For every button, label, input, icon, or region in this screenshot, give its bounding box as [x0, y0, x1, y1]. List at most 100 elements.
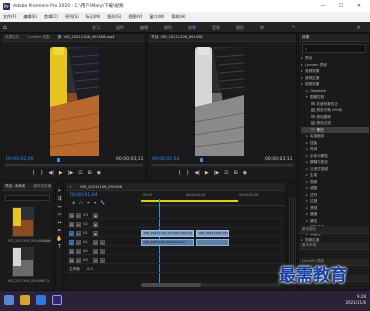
solo-icon[interactable]: S — [100, 248, 105, 254]
nest-icon[interactable]: ⊕ — [72, 200, 75, 205]
clock[interactable]: 9:28 2021/11/6 — [345, 294, 366, 306]
mark-in-icon[interactable]: { — [32, 170, 35, 176]
workspace-tab-learn[interactable]: 学习 — [92, 25, 100, 31]
menu-clip[interactable]: 剪辑(C) — [44, 14, 58, 20]
tab-effect-controls[interactable]: 效果控件 — [5, 35, 19, 40]
tab-sequence[interactable]: VID_20211106_091406 — [80, 185, 122, 189]
menu-edit[interactable]: 编辑(E) — [23, 14, 37, 20]
clip-a1-b[interactable] — [196, 239, 229, 246]
lift-icon[interactable]: ⊡ — [224, 170, 228, 176]
pen-tool-icon[interactable]: ✒ — [56, 227, 63, 235]
timeline-ruler[interactable]: 00;00 00;00;01;00 00;00;02;00 — [141, 192, 285, 206]
track-select-icon[interactable]: ⇶ — [56, 195, 63, 203]
overwrite-icon[interactable]: ⊞ — [88, 170, 92, 176]
browser-icon[interactable] — [36, 295, 46, 305]
tab-program[interactable]: 节目: VID_20211106_091406 — [151, 35, 202, 40]
source-time-ruler[interactable] — [5, 164, 143, 167]
source-video-frame[interactable] — [50, 47, 99, 156]
tab-essential-graphics[interactable]: 基本图形 — [302, 227, 316, 232]
ripple-edit-icon[interactable]: ⟛ — [56, 203, 63, 211]
mark-in-icon[interactable]: { — [178, 170, 181, 176]
close-button[interactable]: ✕ — [350, 0, 368, 12]
project-thumb-sequence[interactable] — [12, 247, 34, 277]
track-lock-icon[interactable]: ⌧ — [69, 248, 74, 254]
workspace-tab-effects[interactable]: 效果 — [188, 25, 196, 31]
timeline-close-icon[interactable]: × — [69, 185, 72, 189]
home-icon[interactable]: ⌂ — [3, 24, 10, 31]
step-back-icon[interactable]: ◀| — [194, 170, 200, 176]
clip-v1-a[interactable]: VID_20211106_091406.mp4 [V] — [141, 230, 194, 237]
play-icon[interactable]: ▶ — [59, 170, 63, 176]
menu-window[interactable]: 窗口(W) — [149, 14, 164, 20]
razor-tool-icon[interactable]: ✂ — [56, 211, 63, 219]
workspace-tab-editing[interactable]: 编辑 — [140, 25, 148, 31]
toggle-output-icon[interactable]: ◉ — [93, 221, 98, 227]
extract-icon[interactable]: ⊞ — [234, 170, 238, 176]
menu-file[interactable]: 文件(F) — [3, 14, 16, 20]
mute-icon[interactable]: M — [93, 248, 98, 254]
menu-marker[interactable]: 标记(M) — [86, 14, 101, 20]
mark-out-icon[interactable]: } — [40, 170, 43, 176]
clip-v1-b[interactable]: VID_20211106_091406.mp4 — [196, 230, 229, 237]
linked-selection-icon[interactable]: ⚭ — [87, 200, 90, 205]
menu-help[interactable]: 帮助(H) — [171, 14, 185, 20]
more-workspaces-icon[interactable]: » — [292, 24, 295, 30]
start-icon[interactable] — [4, 295, 14, 305]
search-icon[interactable]: ⌕ — [357, 24, 360, 32]
timeline-scrollbar[interactable] — [141, 283, 281, 287]
explorer-icon[interactable] — [20, 295, 30, 305]
source-timecode[interactable]: 00;00;02;00 — [6, 157, 33, 162]
premiere-taskbar-icon[interactable] — [52, 295, 62, 305]
project-search-input[interactable] — [5, 195, 50, 201]
type-tool-icon[interactable]: T — [56, 243, 63, 251]
export-frame-icon[interactable]: ◉ — [243, 170, 247, 176]
workspace-tab-color[interactable]: 颜色 — [164, 25, 172, 31]
menu-graphics[interactable]: 图形(G) — [107, 14, 121, 20]
toggle-output-icon[interactable]: ◉ — [93, 212, 98, 218]
program-playhead-marker[interactable] — [200, 158, 203, 162]
tab-lumetri-scopes[interactable]: Lumetri 范围 — [27, 35, 49, 40]
timeline-timecode[interactable]: 00;00;01;04 — [70, 193, 97, 198]
step-back-icon[interactable]: ◀| — [48, 170, 54, 176]
program-time-ruler[interactable] — [151, 164, 294, 167]
tab-project[interactable]: 项目: 未命名 — [5, 184, 25, 189]
workspace-tab-graphics[interactable]: 图形 — [236, 25, 244, 31]
solo-icon[interactable]: S — [100, 257, 105, 263]
slip-tool-icon[interactable]: ↔ — [56, 219, 63, 227]
source-patch-a1[interactable]: A — [69, 239, 74, 245]
selection-tool-icon[interactable]: ➤ — [56, 187, 63, 195]
minimize-button[interactable]: — — [314, 0, 332, 12]
master-value[interactable]: 0.0 — [87, 267, 97, 271]
step-forward-icon[interactable]: |▶ — [214, 170, 220, 176]
menu-view[interactable]: 视图(V) — [128, 14, 142, 20]
source-playhead-marker[interactable] — [57, 158, 60, 162]
clip-a1-a[interactable]: VID_2021106_091406.mp4 — [141, 239, 194, 246]
tab-essential-sound[interactable]: 基本声音 — [302, 243, 316, 248]
source-patch-v1[interactable]: V — [69, 230, 74, 236]
track-lock-icon[interactable]: ⌧ — [69, 221, 74, 227]
work-area-bar[interactable] — [141, 200, 238, 202]
track-lock-icon[interactable]: ⌧ — [69, 257, 74, 263]
solo-icon[interactable]: S — [100, 239, 105, 245]
hand-tool-icon[interactable]: ✋ — [56, 235, 63, 243]
workspace-tab-libraries[interactable]: 库 — [260, 25, 264, 31]
scrollbar-thumb[interactable] — [141, 283, 201, 287]
export-frame-icon[interactable]: ◉ — [97, 170, 101, 176]
sync-lock-icon[interactable]: ⇄ — [76, 248, 81, 254]
sync-lock-icon[interactable]: ⇄ — [76, 212, 81, 218]
workspace-tab-audio[interactable]: 音频 — [212, 25, 220, 31]
program-video-frame[interactable] — [195, 47, 244, 156]
sync-lock-icon[interactable]: ⇄ — [76, 239, 81, 245]
play-icon[interactable]: ▶ — [205, 170, 209, 176]
mute-icon[interactable]: M — [93, 239, 98, 245]
settings-icon[interactable]: 🔧 — [100, 200, 105, 205]
mark-out-icon[interactable]: } — [186, 170, 189, 176]
sync-lock-icon[interactable]: ⇄ — [76, 257, 81, 263]
toggle-output-icon[interactable]: ◉ — [93, 230, 98, 236]
workspace-tab-assembly[interactable]: 组件 — [116, 25, 124, 31]
add-marker-icon[interactable]: ▾ — [94, 200, 96, 205]
tab-source[interactable]: 源: VID_20211106_091406.mp4 — [58, 35, 115, 40]
sync-lock-icon[interactable]: ⇄ — [76, 221, 81, 227]
track-lock-icon[interactable]: ⌧ — [69, 212, 74, 218]
tab-media-browser[interactable]: 媒体浏览器 — [33, 184, 51, 189]
